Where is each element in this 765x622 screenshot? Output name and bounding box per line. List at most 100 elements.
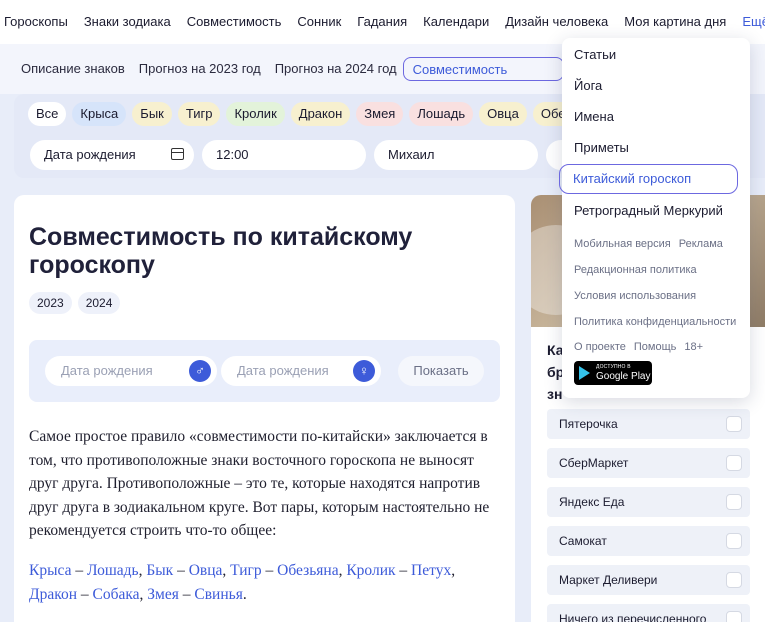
- pair-link-rabbit[interactable]: Кролик: [346, 562, 395, 579]
- nav-item-dream-book[interactable]: Сонник: [297, 14, 341, 29]
- chip-rat[interactable]: Крыса: [72, 102, 127, 126]
- pair-link-snake[interactable]: Змея: [147, 586, 179, 603]
- chip-horse[interactable]: Лошадь: [409, 102, 474, 126]
- male-icon[interactable]: ♂: [189, 360, 211, 382]
- show-button[interactable]: Показать: [398, 356, 484, 386]
- nav-item-calendars[interactable]: Календари: [423, 14, 489, 29]
- year-tags: 2023 2024: [29, 292, 126, 314]
- calendar-icon[interactable]: [171, 148, 184, 160]
- menu-item-chinese-horoscope[interactable]: Китайский гороскоп: [559, 164, 738, 194]
- list-separator: ,: [139, 585, 144, 603]
- link-help[interactable]: Помощь: [634, 341, 677, 353]
- subnav-item-compatibility[interactable]: Совместимость: [402, 57, 565, 81]
- pair-separator: –: [177, 562, 185, 579]
- name-field[interactable]: Михаил: [374, 140, 538, 170]
- poll-option[interactable]: Самокат: [547, 526, 750, 556]
- pair-link-ox[interactable]: Бык: [146, 562, 173, 579]
- pair-separator: –: [75, 562, 84, 579]
- compatibility-form: Дата рождения ♂ Дата рождения ♀ Показать: [29, 340, 500, 402]
- partner1-placeholder: Дата рождения: [61, 363, 153, 378]
- more-dropdown-menu: Статьи Йога Имена Приметы Китайский горо…: [559, 38, 750, 398]
- list-separator: ,: [138, 562, 143, 579]
- chip-goat[interactable]: Овца: [479, 102, 527, 126]
- link-advertising[interactable]: Реклама: [679, 238, 723, 250]
- checkbox[interactable]: [726, 572, 742, 588]
- nav-item-more[interactable]: Ещё: [742, 14, 765, 29]
- subnav-item-forecast-2023[interactable]: Прогноз на 2023 год: [139, 57, 261, 81]
- checkbox[interactable]: [726, 416, 742, 432]
- nav-item-horoscopes[interactable]: Гороскопы: [4, 14, 68, 29]
- pair-link-rooster[interactable]: Петух: [411, 562, 451, 579]
- google-play-label: Google Play: [596, 371, 651, 382]
- pair-link-tiger[interactable]: Тигр: [230, 562, 261, 579]
- list-separator: ,: [451, 562, 456, 579]
- birth-date-field[interactable]: Дата рождения: [30, 140, 194, 170]
- footer-links-row2: О проекте Помощь 18+: [574, 341, 711, 353]
- poll-option[interactable]: Ничего из перечисленного: [547, 604, 750, 622]
- menu-item-omens[interactable]: Приметы: [574, 140, 629, 155]
- link-about[interactable]: О проекте: [574, 341, 626, 353]
- pair-separator: –: [399, 562, 408, 579]
- pair-link-rat[interactable]: Крыса: [29, 562, 71, 579]
- chip-snake[interactable]: Змея: [356, 102, 404, 126]
- pair-link-monkey[interactable]: Обезьяна: [277, 562, 338, 579]
- subnav-item-sign-descriptions[interactable]: Описание знаков: [21, 57, 125, 81]
- link-editorial-policy[interactable]: Редакционная политика: [574, 264, 697, 276]
- poll-option[interactable]: СберМаркет: [547, 448, 750, 478]
- female-icon[interactable]: ♀: [353, 360, 375, 382]
- google-play-icon: [579, 366, 590, 380]
- time-value: 12:00: [216, 147, 249, 162]
- pair-link-goat[interactable]: Овца: [189, 562, 223, 579]
- chip-dragon[interactable]: Дракон: [290, 102, 351, 126]
- link-privacy-policy[interactable]: Политика конфиденциальности: [574, 316, 736, 328]
- name-value: Михаил: [388, 147, 435, 162]
- pair-separator: –: [182, 585, 191, 603]
- nav-item-human-design[interactable]: Дизайн человека: [505, 14, 608, 29]
- footer-links-row1: Мобильная версия Реклама: [574, 238, 731, 250]
- chip-tiger[interactable]: Тигр: [177, 102, 221, 126]
- nav-item-compatibility[interactable]: Совместимость: [187, 14, 282, 29]
- menu-item-retrograde-mercury[interactable]: Ретроградный Меркурий: [574, 203, 723, 218]
- google-play-caption: ДОСТУПНО В: [596, 364, 631, 370]
- poll-option[interactable]: Пятерочка: [547, 409, 750, 439]
- checkbox[interactable]: [726, 494, 742, 510]
- checkbox[interactable]: [726, 455, 742, 471]
- menu-item-names[interactable]: Имена: [574, 109, 614, 124]
- year-tag-2024[interactable]: 2024: [77, 292, 121, 314]
- pair-link-horse[interactable]: Лошадь: [87, 562, 139, 579]
- personal-fields: Дата рождения 12:00 Михаил: [30, 140, 594, 170]
- pair-separator: –: [265, 562, 274, 579]
- nav-item-fortune-telling[interactable]: Гадания: [357, 14, 407, 29]
- year-tag-2023[interactable]: 2023: [29, 292, 72, 314]
- pair-link-pig[interactable]: Свинья: [194, 586, 242, 603]
- list-separator: ,: [222, 562, 227, 579]
- poll-option[interactable]: Яндекс Еда: [547, 487, 750, 517]
- checkbox[interactable]: [726, 611, 742, 622]
- pair-link-dragon[interactable]: Дракон: [29, 586, 77, 603]
- menu-item-articles[interactable]: Статьи: [574, 47, 616, 62]
- opposite-pairs-list: Крыса – Лошадь, Бык – Овца, Тигр – Обезь…: [29, 562, 456, 603]
- link-terms-of-use[interactable]: Условия использования: [574, 290, 696, 302]
- chip-rabbit[interactable]: Кролик: [226, 102, 285, 126]
- list-separator: ,: [338, 562, 343, 579]
- poll-option[interactable]: Маркет Деливери: [547, 565, 750, 595]
- link-mobile-version[interactable]: Мобильная версия: [574, 238, 671, 250]
- chip-all[interactable]: Все: [28, 102, 67, 126]
- checkbox[interactable]: [726, 533, 742, 549]
- menu-item-yoga[interactable]: Йога: [574, 78, 602, 93]
- time-field[interactable]: 12:00: [202, 140, 366, 170]
- partner2-placeholder: Дата рождения: [237, 363, 329, 378]
- chip-ox[interactable]: Бык: [132, 102, 172, 126]
- subnav-item-forecast-2024[interactable]: Прогноз на 2024 год: [275, 57, 397, 81]
- nav-item-zodiac-signs[interactable]: Знаки зодиака: [84, 14, 171, 29]
- google-play-badge[interactable]: ДОСТУПНО В Google Play: [574, 361, 652, 385]
- birth-date-placeholder: Дата рождения: [44, 147, 136, 162]
- pair-separator: –: [80, 585, 89, 603]
- partner1-birth-date-input[interactable]: Дата рождения ♂: [45, 356, 217, 386]
- nav-item-my-day[interactable]: Моя картина дня: [624, 14, 726, 29]
- pair-link-dog[interactable]: Собака: [93, 586, 140, 603]
- partner2-birth-date-input[interactable]: Дата рождения ♀: [221, 356, 381, 386]
- age-rating-badge: 18+: [684, 341, 704, 353]
- page-title: Совместимость по китайскому гороскопу: [29, 223, 413, 279]
- article-paragraph: Самое простое правило «совместимости по-…: [29, 428, 490, 539]
